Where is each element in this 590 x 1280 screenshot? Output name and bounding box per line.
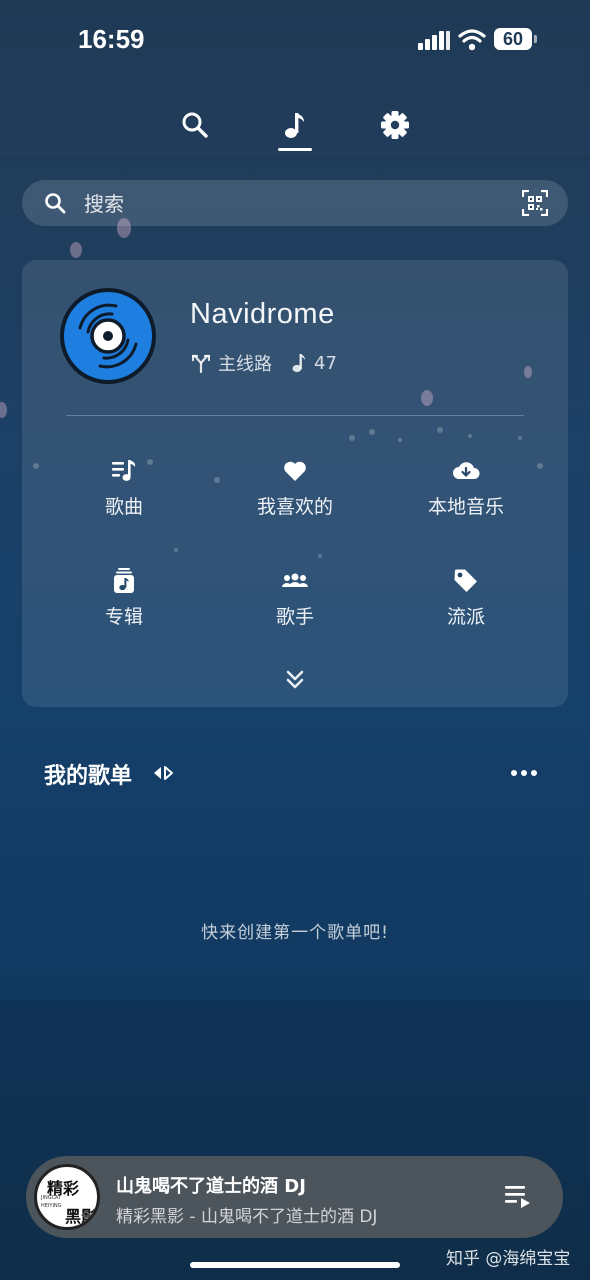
search-icon	[182, 112, 208, 138]
grid-item-local-music[interactable]: 本地音乐	[386, 456, 546, 519]
play-queue-icon[interactable]	[504, 1184, 532, 1208]
empty-playlist-message: 快来创建第一个歌单吧!	[201, 923, 389, 943]
album-cover[interactable]: 精彩 JINGCAI HEIYING 黑影	[34, 1164, 100, 1230]
playlists-title: 我的歌单	[44, 764, 133, 789]
grid-item-genres[interactable]: 流派	[386, 566, 546, 629]
grid-label: 专辑	[104, 606, 143, 628]
cloud-download-icon	[453, 462, 480, 479]
card-divider	[66, 415, 524, 416]
grid-label: 歌手	[275, 606, 314, 628]
tab-settings[interactable]	[370, 100, 420, 150]
artists-icon	[282, 573, 308, 587]
battery-tip	[534, 35, 537, 43]
server-name: Navidrome	[190, 298, 335, 330]
watermark-text: 知乎 @海绵宝宝	[446, 1249, 571, 1269]
active-tab-indicator	[278, 148, 312, 151]
route-label: 主线路	[218, 354, 272, 375]
expand-chevron-icon[interactable]	[281, 666, 309, 694]
library-card: Navidrome 主线路 47 歌曲 我喜欢的 本地音乐 专辑 歌手 流派	[22, 260, 568, 707]
battery-level: 60	[494, 28, 532, 50]
music-note-icon	[285, 113, 304, 138]
music-note-icon	[292, 354, 305, 373]
cellular-signal-icon	[418, 31, 450, 50]
grid-item-favorites[interactable]: 我喜欢的	[215, 456, 375, 519]
mini-player[interactable]: 精彩 JINGCAI HEIYING 黑影 山鬼喝不了道士的酒 DJ 精彩黑影 …	[26, 1156, 563, 1238]
status-time: 16:59	[78, 24, 145, 54]
grid-item-songs[interactable]: 歌曲	[44, 456, 204, 519]
route-split-icon	[192, 354, 210, 373]
swap-arrows-icon[interactable]	[152, 764, 174, 782]
cover-small-text: HEIYING	[41, 1203, 62, 1209]
track-subtitle: 精彩黑影 - 山鬼喝不了道士的酒 DJ	[116, 1207, 378, 1227]
wifi-icon	[458, 29, 486, 51]
grid-label: 本地音乐	[427, 496, 504, 518]
song-list-icon	[112, 460, 136, 481]
qr-scan-icon[interactable]	[522, 190, 548, 216]
vinyl-disc-icon	[60, 288, 156, 384]
tab-search[interactable]	[170, 100, 220, 150]
search-icon	[45, 193, 66, 214]
search-input[interactable]	[82, 180, 506, 228]
grid-label: 歌曲	[104, 496, 143, 518]
grid-item-artists[interactable]: 歌手	[215, 566, 375, 629]
more-options-icon[interactable]	[510, 768, 538, 778]
status-bar: 16:59 60	[0, 0, 590, 80]
song-count: 47	[314, 352, 337, 374]
cover-text: 黑影	[65, 1207, 98, 1226]
server-info: 主线路 47	[192, 350, 337, 376]
track-title: 山鬼喝不了道士的酒 DJ	[116, 1176, 306, 1197]
cover-small-text: JINGCAI	[41, 1195, 60, 1201]
grid-label: 流派	[446, 606, 485, 628]
nav-divider	[0, 158, 590, 159]
grid-item-albums[interactable]: 专辑	[44, 566, 204, 629]
gear-icon	[381, 111, 409, 139]
tag-icon	[454, 569, 477, 592]
search-bar[interactable]	[22, 180, 568, 228]
grid-label: 我喜欢的	[256, 496, 333, 518]
heart-icon	[284, 461, 306, 481]
top-navigation	[0, 90, 590, 160]
album-icon	[114, 568, 134, 593]
tab-music[interactable]	[270, 100, 320, 150]
battery-indicator: 60	[494, 28, 538, 50]
home-indicator[interactable]	[190, 1262, 400, 1268]
